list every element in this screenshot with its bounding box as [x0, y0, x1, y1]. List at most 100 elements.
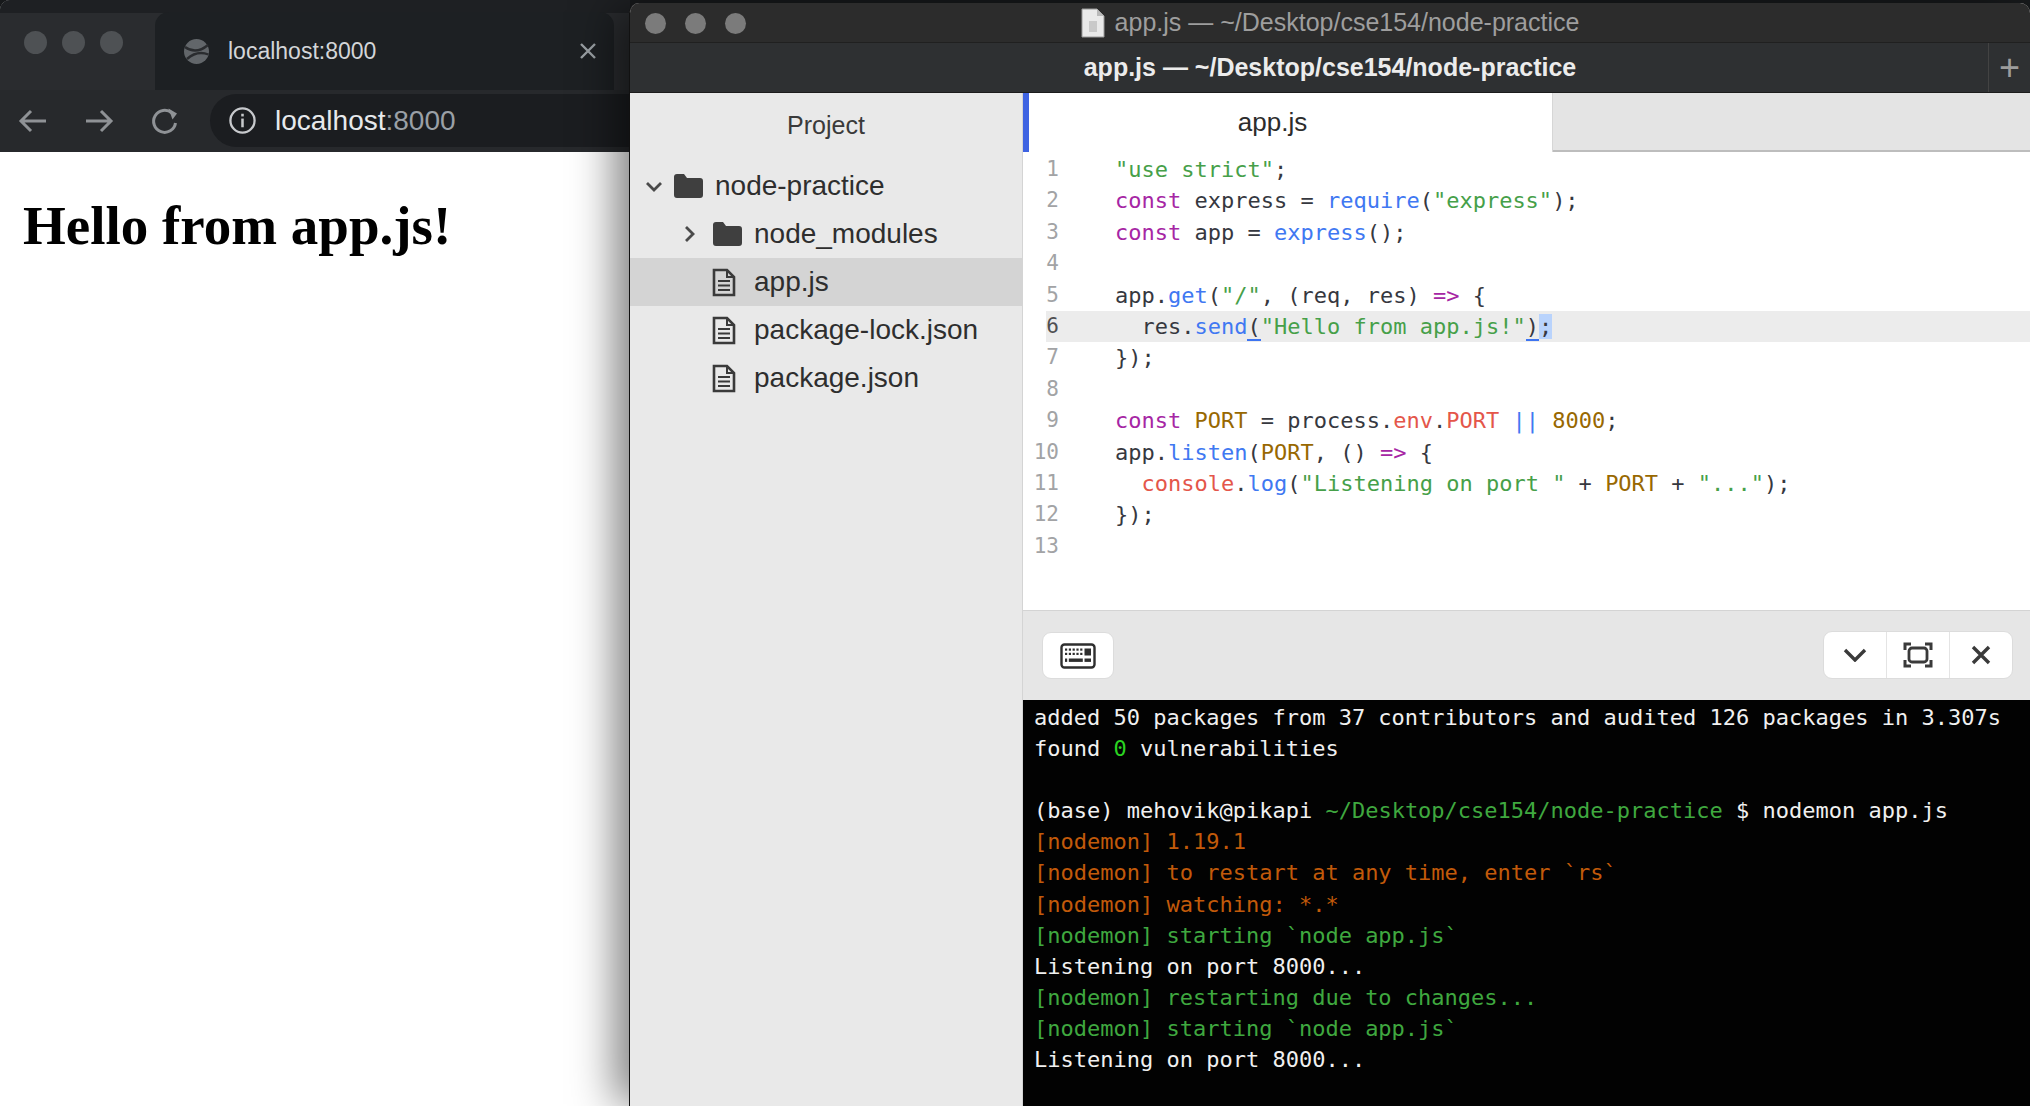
- line-number: 13: [1023, 531, 1059, 562]
- reload-button[interactable]: [150, 106, 180, 136]
- url-host: localhost: [275, 105, 386, 137]
- code-line-1: 1"use strict";: [1023, 154, 2030, 185]
- keyboard-icon: [1060, 643, 1096, 669]
- globe-favicon-icon: [183, 38, 210, 65]
- terminal-toolbar: [1023, 610, 2030, 700]
- code-line-9: 9const PORT = process.env.PORT || 8000;: [1023, 405, 2030, 436]
- line-number: 12: [1023, 499, 1059, 530]
- forward-button[interactable]: [84, 107, 114, 135]
- terminal-line: found 0 vulnerabilities: [1034, 733, 2030, 764]
- line-number: 10: [1023, 437, 1059, 468]
- line-number: 8: [1023, 374, 1059, 405]
- terminal-line: [1034, 764, 2030, 795]
- new-tab-button[interactable]: +: [1988, 43, 2030, 92]
- code-line-2: 2const express = require("express");: [1023, 185, 2030, 216]
- maximize-terminal-button[interactable]: [1886, 632, 1949, 678]
- code-line-7: 7});: [1023, 342, 2030, 373]
- maximize-icon: [1903, 642, 1933, 668]
- close-terminal-button[interactable]: [1949, 632, 2012, 678]
- code-line-6: 6 res.send("Hello from app.js!");: [1023, 311, 2030, 342]
- project-panel: Project node-practicenode_modulesapp.jsp…: [630, 93, 1023, 1106]
- collapse-terminal-button[interactable]: [1824, 632, 1886, 678]
- tree-item-node-practice[interactable]: node-practice: [630, 162, 1022, 210]
- browser-tabstrip: localhost:8000: [0, 0, 630, 90]
- url-port: :8000: [386, 105, 456, 137]
- tree-item-label: node-practice: [715, 170, 885, 202]
- line-number: 1: [1023, 154, 1059, 185]
- line-number: 3: [1023, 217, 1059, 248]
- browser-viewport: Hello from app.js!: [0, 194, 630, 1106]
- terminal-line: added 50 packages from 37 contributors a…: [1034, 702, 2030, 733]
- minimize-window-button[interactable]: [685, 13, 706, 34]
- code-line-3: 3const app = express();: [1023, 217, 2030, 248]
- browser-tab[interactable]: localhost:8000: [155, 12, 614, 90]
- editor-window-tabbar: app.js — ~/Desktop/cse154/node-practice …: [630, 43, 2030, 93]
- line-number: 6: [1023, 311, 1059, 342]
- code-line-10: 10app.listen(PORT, () => {: [1023, 437, 2030, 468]
- address-bar[interactable]: localhost:8000: [210, 94, 630, 147]
- terminal-line: [nodemon] watching: *.*: [1034, 889, 2030, 920]
- terminal-line: [nodemon] 1.19.1: [1034, 826, 2030, 857]
- editor-file-tab[interactable]: app.js: [1029, 93, 1553, 152]
- file-icon: [712, 316, 736, 345]
- close-icon: [1971, 645, 1991, 665]
- editor-tab-row: app.js: [1023, 93, 2030, 152]
- tree-item-node_modules[interactable]: node_modules: [630, 210, 1022, 258]
- terminal-buttons: [1823, 631, 2013, 679]
- back-button[interactable]: [18, 107, 48, 135]
- terminal-line: [nodemon] to restart at any time, enter …: [1034, 857, 2030, 888]
- tree-item-label: package-lock.json: [754, 314, 978, 346]
- terminal-line: (base) mehovik@pikapi ~/Desktop/cse154/n…: [1034, 795, 2030, 826]
- terminal-line: Listening on port 8000...: [1034, 1044, 2030, 1075]
- document-icon: [1081, 8, 1105, 38]
- tab-title: localhost:8000: [228, 38, 578, 65]
- editor-window: app.js — ~/Desktop/cse154/node-practice …: [629, 3, 2030, 1106]
- editor-window-title: app.js — ~/Desktop/cse154/node-practice: [1081, 8, 1580, 38]
- tree-item-label: package.json: [754, 362, 919, 394]
- line-number: 7: [1023, 342, 1059, 373]
- line-number: 4: [1023, 248, 1059, 279]
- terminal-line: [nodemon] starting `node app.js`: [1034, 920, 2030, 951]
- terminal-line: Listening on port 8000...: [1034, 951, 2030, 982]
- terminal-line: [nodemon] restarting due to changes...: [1034, 982, 2030, 1013]
- terminal-output[interactable]: added 50 packages from 37 contributors a…: [1023, 700, 2030, 1106]
- editor-traffic-lights: [645, 13, 746, 34]
- tree-item-package.json[interactable]: package.json: [630, 354, 1022, 402]
- file-icon: [712, 268, 736, 297]
- folder-icon: [673, 173, 704, 199]
- page-heading: Hello from app.js!: [23, 194, 630, 257]
- code-line-12: 12});: [1023, 499, 2030, 530]
- tree-item-label: app.js: [754, 266, 829, 298]
- editor-tab-title: app.js — ~/Desktop/cse154/node-practice: [1084, 53, 1577, 82]
- browser-window: localhost:8000 localhost:8: [0, 0, 630, 1106]
- tree-item-app.js[interactable]: app.js: [630, 258, 1022, 306]
- browser-toolbar: localhost:8000: [0, 90, 630, 152]
- project-tree: node-practice node_modules app.js package-l…: [630, 162, 1022, 402]
- code-line-4: 4: [1023, 248, 2030, 279]
- file-icon: [712, 364, 736, 393]
- code-line-13: 13: [1023, 531, 2030, 562]
- code-line-8: 8: [1023, 374, 2030, 405]
- browser-traffic-lights: [24, 31, 123, 54]
- site-info-icon[interactable]: [228, 106, 257, 135]
- zoom-window-button[interactable]: [725, 13, 746, 34]
- line-number: 11: [1023, 468, 1059, 499]
- line-number: 2: [1023, 185, 1059, 216]
- chevron-down-icon[interactable]: [644, 180, 664, 193]
- code-editor[interactable]: 1"use strict";2const express = require("…: [1023, 152, 2030, 610]
- tree-item-label: node_modules: [754, 218, 938, 250]
- tree-item-package-lock.json[interactable]: package-lock.json: [630, 306, 1022, 354]
- code-line-5: 5app.get("/", (req, res) => {: [1023, 280, 2030, 311]
- code-line-11: 11 console.log("Listening on port " + PO…: [1023, 468, 2030, 499]
- tab-close-icon[interactable]: [578, 41, 598, 61]
- line-number: 9: [1023, 405, 1059, 436]
- editor-titlebar: app.js — ~/Desktop/cse154/node-practice: [630, 3, 2030, 43]
- keyboard-button[interactable]: [1042, 632, 1114, 679]
- chevron-right-icon[interactable]: [683, 224, 696, 244]
- close-window-button[interactable]: [645, 13, 666, 34]
- close-window-button[interactable]: [24, 31, 47, 54]
- zoom-window-button[interactable]: [100, 31, 123, 54]
- line-number: 5: [1023, 280, 1059, 311]
- minimize-window-button[interactable]: [62, 31, 85, 54]
- terminal-line: [nodemon] starting `node app.js`: [1034, 1013, 2030, 1044]
